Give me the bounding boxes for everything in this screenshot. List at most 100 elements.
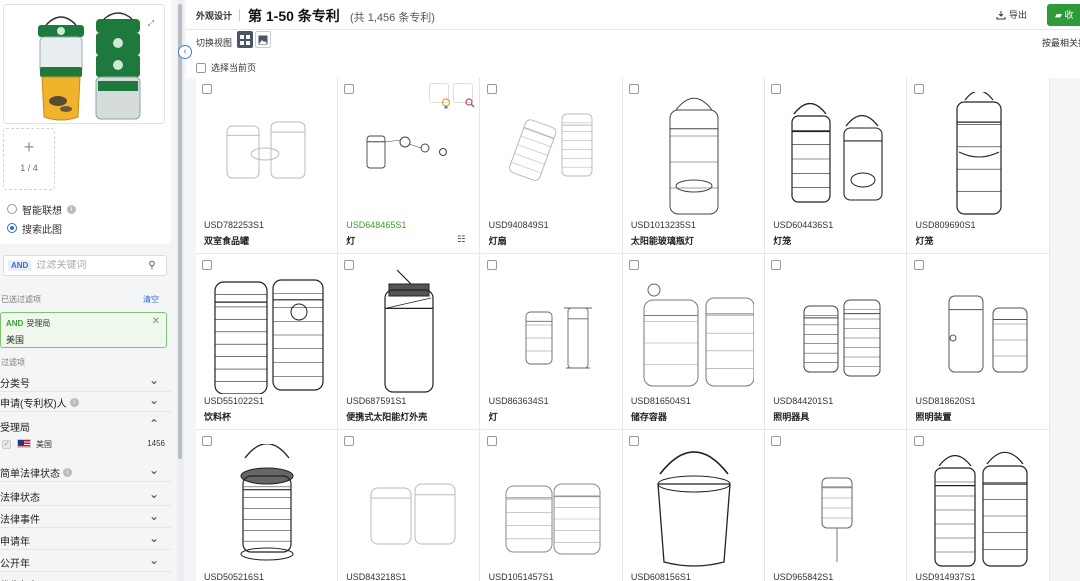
patent-card[interactable]: USD551022S1 饮料杯: [196, 254, 338, 430]
info-icon[interactable]: i: [63, 468, 72, 477]
patent-card[interactable]: USD914937S1: [907, 430, 1050, 581]
patent-drawing[interactable]: [776, 92, 896, 218]
patent-drawing[interactable]: [349, 444, 469, 570]
patent-card[interactable]: USD843218S1: [338, 430, 481, 581]
export-button[interactable]: 导出: [996, 8, 1027, 21]
filter-row[interactable]: 优先权年 ⌄: [0, 572, 171, 581]
patent-title[interactable]: 双室食品罐: [204, 234, 249, 247]
query-image[interactable]: ⤢: [3, 4, 165, 124]
patent-title[interactable]: 储存容器: [631, 410, 667, 423]
patent-number[interactable]: USD940849S1: [489, 220, 549, 230]
magnifier-icon[interactable]: [453, 83, 475, 108]
patent-drawing[interactable]: [492, 268, 612, 394]
patent-number[interactable]: USD965842S1: [773, 572, 833, 581]
chevron-down-icon[interactable]: ⌄: [149, 509, 159, 523]
patent-drawing[interactable]: [492, 92, 612, 218]
patent-drawing[interactable]: [207, 444, 327, 570]
patent-number[interactable]: USD604436S1: [773, 220, 833, 230]
patent-title[interactable]: 照明装置: [916, 410, 952, 423]
patent-drawing[interactable]: [492, 444, 612, 570]
chevron-down-icon[interactable]: ⌄: [149, 531, 159, 545]
search-icon[interactable]: ⚲: [148, 260, 155, 271]
patent-card[interactable]: USD604436S1 灯笼: [765, 78, 908, 254]
patent-number[interactable]: USD818620S1: [916, 396, 976, 406]
close-icon[interactable]: ✕: [152, 316, 160, 327]
patent-number[interactable]: USD505216S1: [204, 572, 264, 581]
patent-number[interactable]: USD782253S1: [204, 220, 264, 230]
patent-title[interactable]: 饮料杯: [204, 410, 231, 423]
patent-drawing[interactable]: [207, 268, 327, 394]
patent-number[interactable]: USD863634S1: [489, 396, 549, 406]
patent-card[interactable]: USD505216S1: [196, 430, 338, 581]
radio-search-this-image[interactable]: 搜索此图: [7, 221, 62, 236]
patent-number[interactable]: USD843218S1: [346, 572, 406, 581]
filter-row[interactable]: 公开年 ⌄: [0, 550, 171, 572]
patent-number[interactable]: USD809690S1: [916, 220, 976, 230]
sidebar-scrollbar-thumb[interactable]: [178, 4, 182, 459]
patent-title[interactable]: 灯笼: [773, 234, 791, 247]
filter-row[interactable]: 分类号 ⌄: [0, 370, 171, 392]
chevron-down-icon[interactable]: ⌄: [149, 463, 159, 477]
checked-icon[interactable]: ✓: [2, 440, 11, 449]
filter-row[interactable]: 简单法律状态 i ⌄: [0, 460, 171, 482]
patent-title[interactable]: 灯扇: [489, 234, 507, 247]
patent-card[interactable]: USD608156S1: [622, 430, 765, 581]
sort-dropdown[interactable]: 按最相关排序: [1042, 36, 1080, 49]
select-current-page[interactable]: 选择当前页: [196, 61, 256, 74]
filter-row[interactable]: 申请年 ⌄: [0, 528, 171, 550]
patent-card[interactable]: USD1013235S1 太阳能玻璃瓶灯: [622, 78, 765, 254]
info-icon[interactable]: i: [67, 204, 76, 214]
chevron-down-icon[interactable]: ⌄: [149, 575, 159, 581]
patent-title[interactable]: 太阳能玻璃瓶灯: [631, 234, 694, 247]
patent-drawing[interactable]: [776, 444, 896, 570]
patent-number[interactable]: USD816504S1: [631, 396, 691, 406]
filter-row[interactable]: 法律状态 ⌄: [0, 484, 171, 506]
chevron-down-icon[interactable]: ⌄: [149, 373, 159, 387]
patent-card[interactable]: USD809690S1 灯笼: [907, 78, 1050, 254]
patent-card[interactable]: USD687591S1 便携式太阳能灯外壳: [338, 254, 481, 430]
patent-number[interactable]: USD608156S1: [631, 572, 691, 581]
and-operator-tag[interactable]: AND: [8, 260, 32, 271]
country-option-us[interactable]: ✓ 美国 1456: [0, 436, 171, 454]
collapse-sidebar-button[interactable]: ‹: [178, 45, 192, 59]
collect-button[interactable]: ▰ 收: [1047, 4, 1080, 26]
patent-drawing[interactable]: [919, 92, 1039, 218]
select-page-checkbox[interactable]: [196, 62, 206, 73]
patent-card[interactable]: USD1051457S1: [480, 430, 623, 581]
patent-drawing[interactable]: [634, 92, 754, 218]
patent-drawing[interactable]: [634, 444, 754, 570]
lightbulb-icon[interactable]: [429, 83, 451, 109]
patent-title[interactable]: 便携式太阳能灯外壳: [346, 410, 427, 423]
patent-drawing[interactable]: [919, 268, 1039, 394]
breadcrumb[interactable]: 外观设计: [196, 9, 232, 22]
patent-drawing[interactable]: [919, 444, 1039, 570]
chevron-down-icon[interactable]: ⌄: [149, 553, 159, 567]
patent-card[interactable]: USD844201S1 照明器具: [765, 254, 908, 430]
patent-number[interactable]: USD914937S1: [916, 572, 976, 581]
patent-drawing[interactable]: [634, 268, 754, 394]
chevron-down-icon[interactable]: ⌄: [149, 393, 159, 407]
filter-row[interactable]: 申请(专利权)人 i ⌄: [0, 390, 171, 412]
radio-smart-association[interactable]: 智能联想 i: [7, 202, 76, 217]
patent-number[interactable]: USD1013235S1: [631, 220, 696, 230]
patent-card[interactable]: USD965842S1: [765, 430, 908, 581]
filter-row[interactable]: 受理局 ⌃: [0, 414, 171, 436]
patent-number[interactable]: USD648465S1: [346, 220, 406, 230]
filter-row[interactable]: 法律事件 ⌄: [0, 506, 171, 528]
keyword-filter-input[interactable]: [36, 260, 145, 271]
patent-card[interactable]: USD940849S1 灯扇: [480, 78, 623, 254]
patent-card[interactable]: USD816504S1 储存容器: [622, 254, 765, 430]
info-icon[interactable]: i: [69, 398, 79, 407]
detail-list-icon[interactable]: ☷: [457, 234, 465, 245]
clear-filters-link[interactable]: 清空: [143, 294, 159, 305]
pin-icon[interactable]: ⤢: [148, 19, 154, 29]
patent-drawing[interactable]: [349, 268, 469, 394]
patent-number[interactable]: USD551022S1: [204, 396, 264, 406]
patent-number[interactable]: USD1051457S1: [489, 572, 554, 581]
patent-card[interactable]: USD648465S1 灯 ☷: [338, 78, 481, 254]
add-image-tile[interactable]: + 1 / 4: [3, 128, 55, 190]
patent-number[interactable]: USD687591S1: [346, 396, 406, 406]
grid-view-button[interactable]: [237, 31, 253, 48]
chevron-up-icon[interactable]: ⌃: [149, 417, 159, 431]
patent-card[interactable]: USD818620S1 照明装置: [907, 254, 1050, 430]
